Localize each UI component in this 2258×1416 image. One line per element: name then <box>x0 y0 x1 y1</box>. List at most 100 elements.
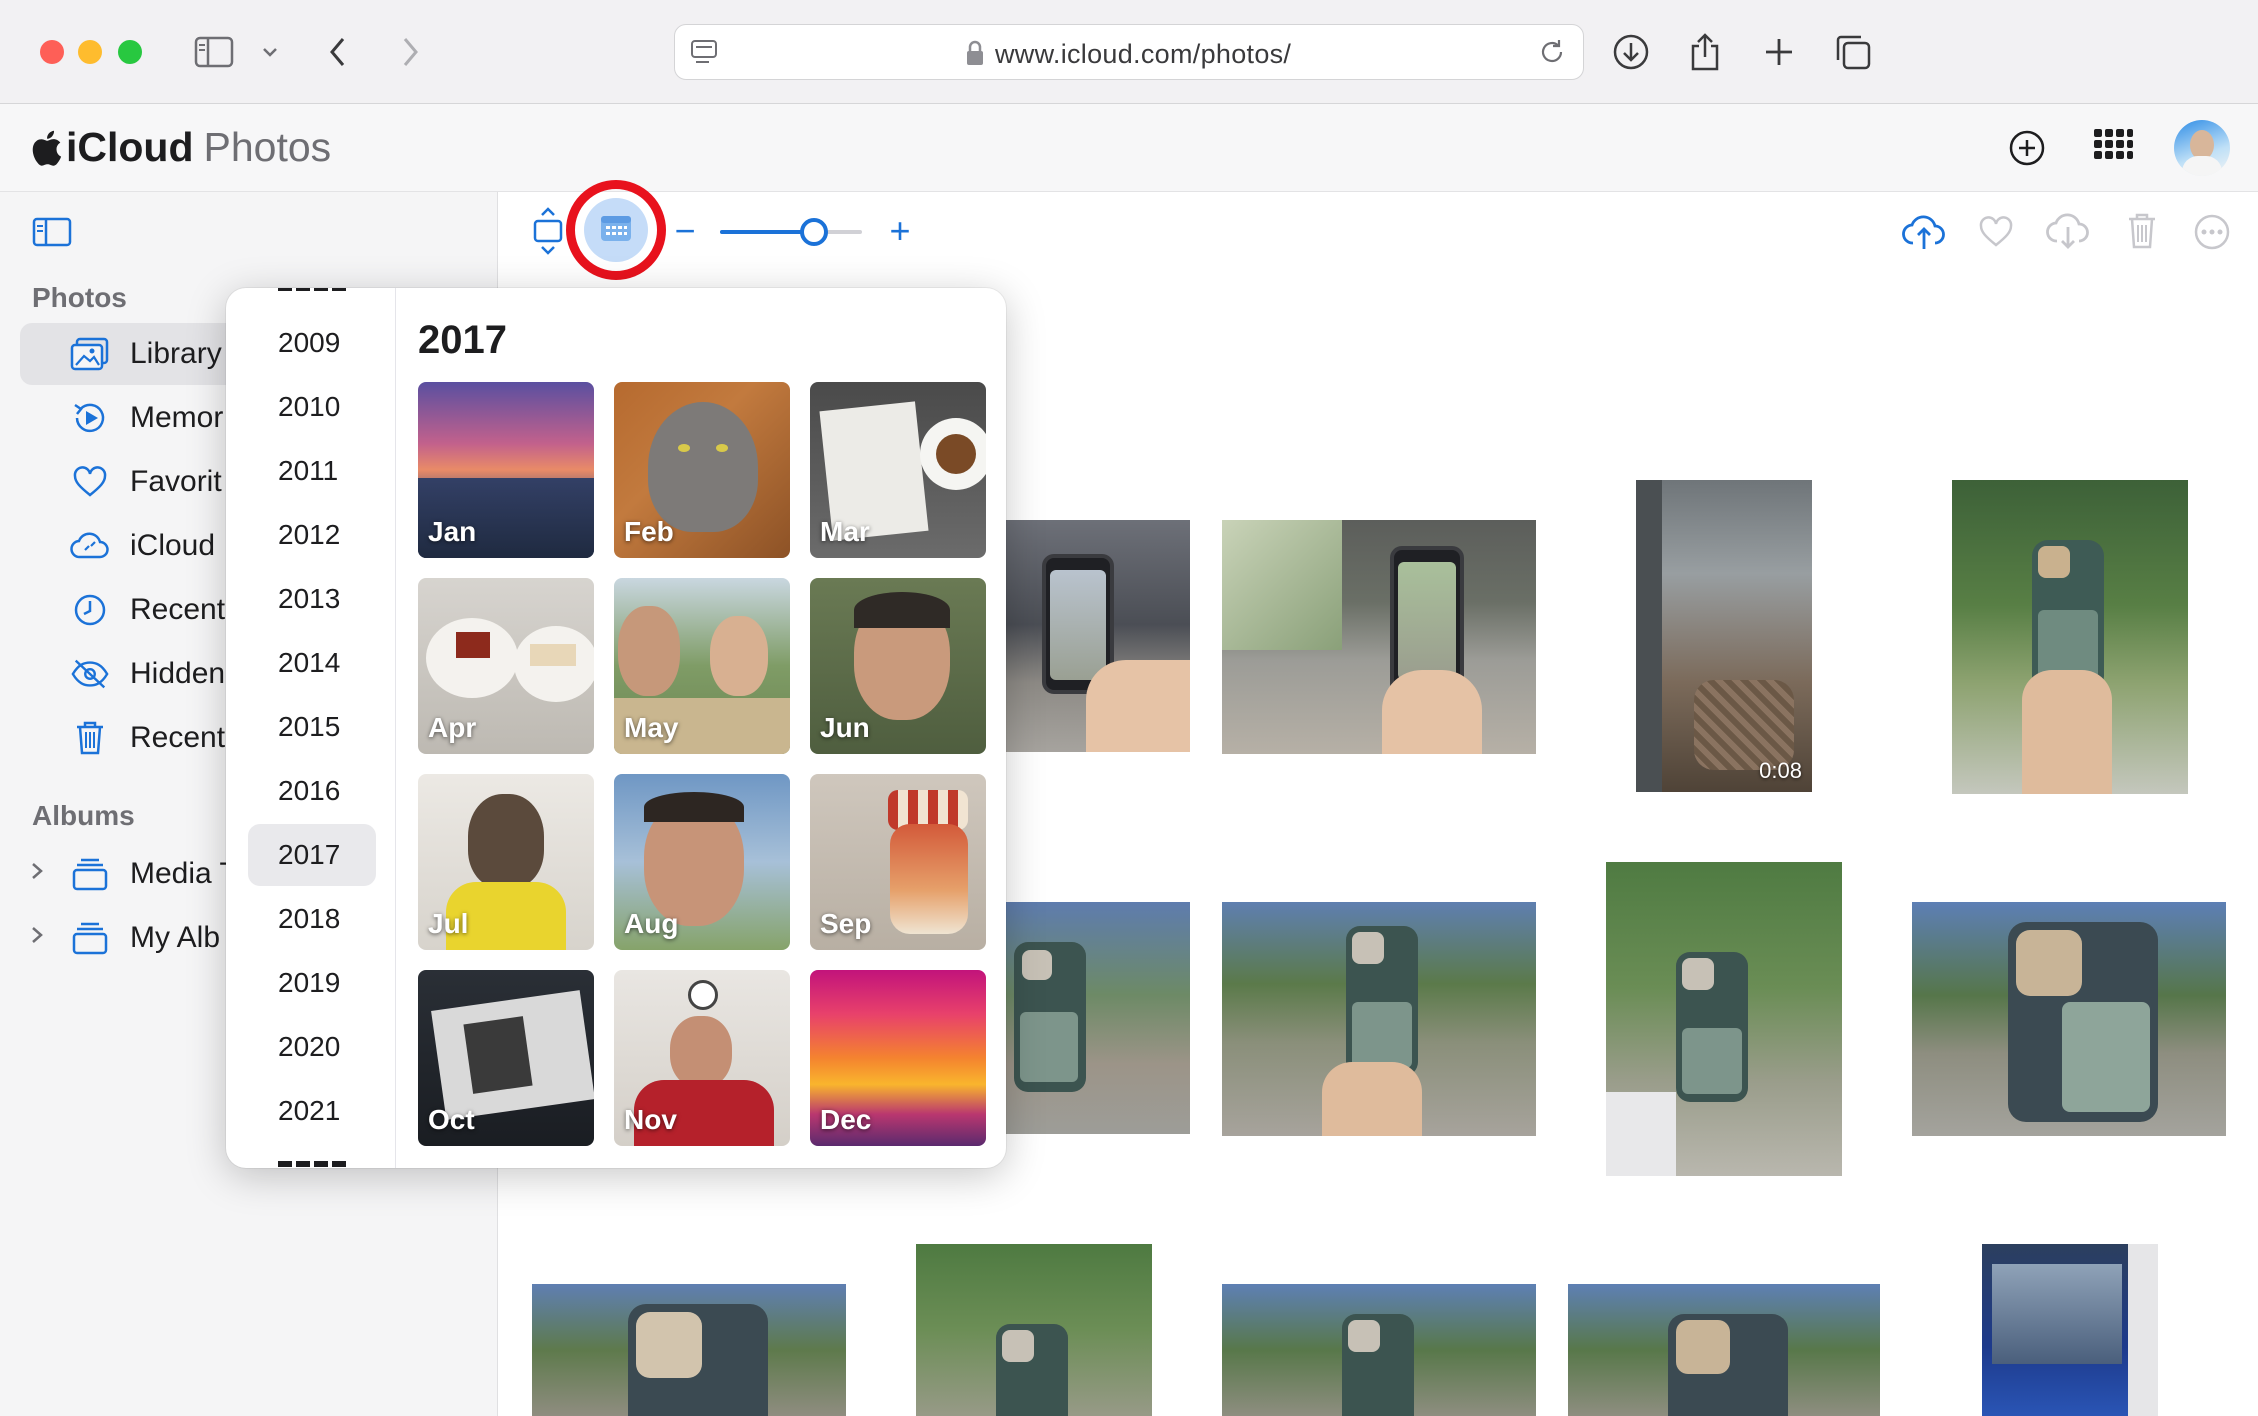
month-tile-feb[interactable]: Feb <box>614 382 790 558</box>
app-title[interactable]: iCloud Photos <box>32 124 331 171</box>
photo-thumbnail[interactable] <box>1606 862 1842 1176</box>
year-item[interactable]: 2014 <box>248 632 376 694</box>
year-item[interactable]: 2011 <box>248 440 376 502</box>
more-icon[interactable] <box>2190 210 2234 254</box>
photo-thumbnail[interactable] <box>1912 902 2226 1136</box>
memories-icon <box>70 399 110 437</box>
sidebar-toggle-icon[interactable] <box>190 30 238 74</box>
photo-thumbnail[interactable] <box>1982 1244 2158 1416</box>
year-item[interactable]: 2015 <box>248 696 376 758</box>
sidebar-item-label: Hidden <box>130 657 226 690</box>
chevron-down-icon[interactable] <box>256 30 284 74</box>
sidebar-item-label: Recent <box>130 593 226 626</box>
photo-thumbnail[interactable] <box>1006 520 1190 752</box>
address-bar[interactable]: www.icloud.com/photos/ <box>674 24 1584 80</box>
tab-overview-icon[interactable] <box>1832 30 1874 74</box>
year-item[interactable]: 2021 <box>248 1080 376 1142</box>
icloud-link-icon <box>70 531 110 561</box>
month-tile-jan[interactable]: Jan <box>418 382 594 558</box>
month-tile-nov[interactable]: Nov <box>614 970 790 1146</box>
month-label: Sep <box>820 908 872 939</box>
photo-thumbnail[interactable] <box>1006 902 1190 1134</box>
app-grid-icon[interactable] <box>2090 126 2136 170</box>
popover-year-title: 2017 <box>418 318 507 362</box>
sidebar-item-label: iCloud <box>130 529 216 562</box>
new-tab-icon[interactable] <box>1758 30 1800 74</box>
add-icon[interactable] <box>2004 126 2050 170</box>
photo-thumbnail[interactable] <box>532 1284 846 1416</box>
download-cloud-icon[interactable] <box>2044 208 2092 254</box>
month-tile-oct[interactable]: Oct <box>418 970 594 1146</box>
delete-icon[interactable] <box>2120 208 2164 254</box>
month-label: Dec <box>820 1104 872 1135</box>
sidebar-item-label: Media T <box>130 857 238 890</box>
year-item[interactable]: 2018 <box>248 888 376 950</box>
app-header: iCloud Photos <box>0 104 2258 192</box>
zoom-in-button[interactable]: + <box>882 210 918 251</box>
close-window-button[interactable] <box>40 40 64 64</box>
app-title-brand: Photos <box>203 124 332 170</box>
album-stack-icon <box>70 921 110 955</box>
month-tile-dec[interactable]: Dec <box>810 970 986 1146</box>
chevron-right-icon[interactable] <box>30 860 44 888</box>
video-duration: 0:08 <box>1759 758 1802 783</box>
zoom-slider[interactable] <box>720 218 862 246</box>
photo-thumbnail[interactable] <box>1568 1284 1880 1416</box>
reload-icon[interactable] <box>1537 37 1567 72</box>
month-label: Jul <box>428 908 469 939</box>
reader-icon[interactable] <box>689 37 719 72</box>
year-list-clipped-top <box>278 288 348 308</box>
month-label: Jun <box>820 712 870 743</box>
back-icon[interactable] <box>320 30 356 74</box>
year-item[interactable]: 2016 <box>248 760 376 822</box>
minimize-window-button[interactable] <box>78 40 102 64</box>
forward-icon[interactable] <box>392 30 428 74</box>
zoom-slider-thumb[interactable] <box>799 218 828 246</box>
month-tile-mar[interactable]: Mar <box>810 382 986 558</box>
photo-thumbnail[interactable] <box>1222 520 1536 754</box>
photo-thumbnail[interactable] <box>1222 902 1536 1136</box>
sidebar-item-label: My Alb <box>130 921 221 954</box>
highlight-ring <box>566 180 666 280</box>
album-stack-icon <box>70 857 110 891</box>
chevron-right-icon[interactable] <box>30 924 44 952</box>
month-tile-sep[interactable]: Sep <box>810 774 986 950</box>
favorite-icon[interactable] <box>1974 210 2018 254</box>
photo-thumbnail[interactable]: 0:08 <box>1636 480 1812 792</box>
sidebar-panel-icon[interactable] <box>30 210 74 254</box>
avatar[interactable] <box>2174 120 2230 176</box>
month-tile-jun[interactable]: Jun <box>810 578 986 754</box>
share-icon[interactable] <box>1684 30 1726 74</box>
url-text: www.icloud.com/photos/ <box>995 39 1292 69</box>
zoom-window-button[interactable] <box>118 40 142 64</box>
photo-thumbnail[interactable] <box>916 1244 1152 1416</box>
year-item-selected[interactable]: 2017 <box>248 824 376 886</box>
download-icon[interactable] <box>1610 30 1652 74</box>
month-tile-apr[interactable]: Apr <box>418 578 594 754</box>
photo-thumbnail[interactable] <box>1952 480 2188 794</box>
trash-icon <box>70 720 110 756</box>
zoom-out-button[interactable]: − <box>670 210 700 251</box>
month-label: Aug <box>624 908 679 939</box>
albums-section-title: Albums <box>32 800 135 831</box>
year-item[interactable]: 2020 <box>248 1016 376 1078</box>
upload-icon[interactable] <box>1900 208 1948 254</box>
year-item[interactable]: 2019 <box>248 952 376 1014</box>
year-item[interactable]: 2009 <box>248 312 376 374</box>
lock-icon <box>965 39 985 72</box>
app-title-text: iCloud <box>66 124 194 170</box>
year-item[interactable]: 2010 <box>248 376 376 438</box>
photo-thumbnail[interactable] <box>1222 1284 1536 1416</box>
month-tile-aug[interactable]: Aug <box>614 774 790 950</box>
browser-toolbar: www.icloud.com/photos/ <box>0 0 2258 104</box>
month-tile-jul[interactable]: Jul <box>418 774 594 950</box>
year-item[interactable]: 2012 <box>248 504 376 566</box>
sidebar-item-label: Memor <box>130 401 224 434</box>
fit-aspect-icon[interactable] <box>526 206 570 256</box>
month-label: Apr <box>428 712 477 743</box>
month-tile-may[interactable]: May <box>614 578 790 754</box>
photos-section-title: Photos <box>32 282 127 313</box>
year-item[interactable]: 2013 <box>248 568 376 630</box>
month-label: Jan <box>428 516 477 547</box>
eye-slash-icon <box>70 658 110 690</box>
